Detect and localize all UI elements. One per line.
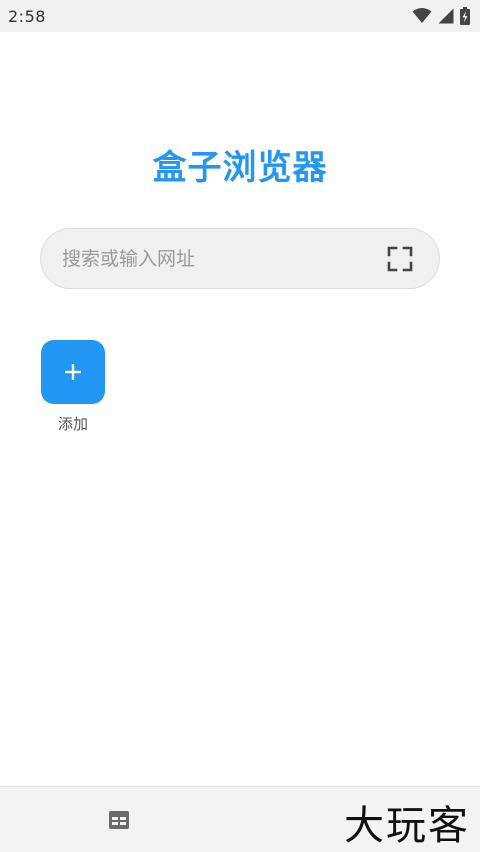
status-bar: 2:58 — [0, 0, 480, 32]
add-shortcut-button[interactable] — [41, 340, 105, 404]
search-input[interactable] — [62, 247, 387, 270]
browser-home-screen: 2:58 盒子浏览器 搜索或输入网址 添加 大玩客 — [0, 0, 480, 852]
battery-charging-icon — [460, 7, 470, 25]
status-icons — [412, 7, 470, 25]
plus-icon — [65, 364, 81, 380]
bottom-toolbar: 大玩客 — [0, 786, 480, 852]
tabs-grid-icon — [108, 809, 130, 831]
watermark-logo: 大玩客 — [344, 803, 470, 849]
wifi-icon — [412, 8, 432, 24]
app-title: 盒子浏览器 — [152, 148, 328, 188]
search-bar[interactable] — [40, 228, 440, 289]
shortcut-add[interactable]: 添加 — [41, 340, 105, 434]
status-time: 2:58 — [8, 6, 46, 26]
scan-frame-icon[interactable] — [387, 246, 413, 272]
signal-icon — [438, 8, 454, 24]
shortcut-label: 添加 — [57, 415, 88, 433]
tabs-button[interactable] — [108, 809, 130, 831]
